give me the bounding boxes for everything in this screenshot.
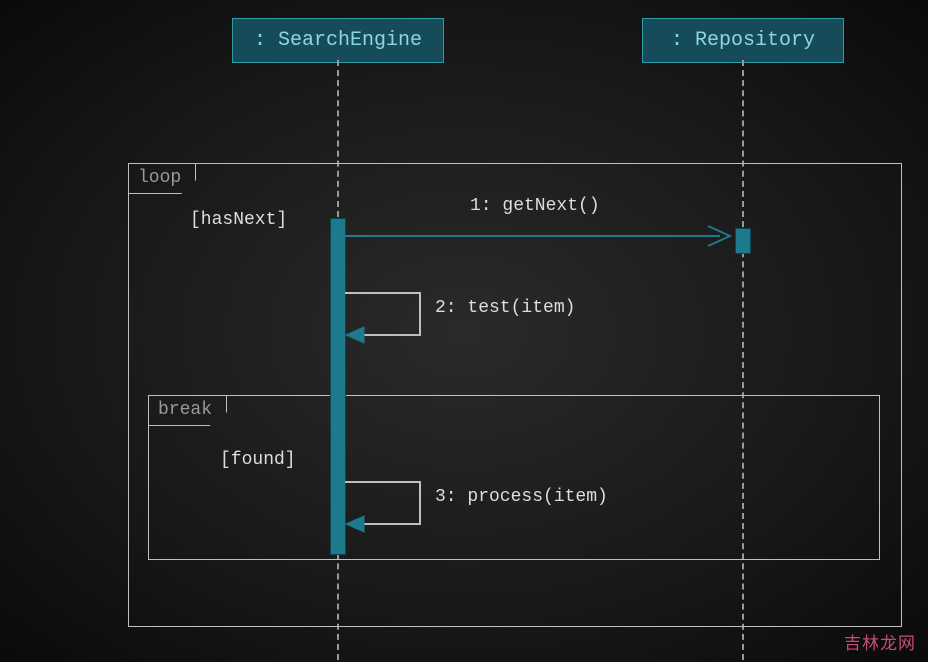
activation-search-engine xyxy=(330,218,346,555)
loop-tag: loop xyxy=(128,163,196,194)
message-test: 2: test(item) xyxy=(435,298,575,318)
break-frame: break xyxy=(148,395,880,560)
participant-repository: : Repository xyxy=(642,18,844,63)
break-guard: [found] xyxy=(220,450,296,470)
participant-search-engine: : SearchEngine xyxy=(232,18,444,63)
message-process: 3: process(item) xyxy=(435,487,608,507)
loop-guard: [hasNext] xyxy=(190,210,287,230)
message-getnext: 1: getNext() xyxy=(470,196,600,216)
activation-repository xyxy=(735,228,751,254)
break-tag: break xyxy=(148,395,227,426)
sequence-diagram: { "participants": { "searchEngine": ": S… xyxy=(0,0,928,662)
watermark: 吉林龙网 xyxy=(844,629,916,654)
